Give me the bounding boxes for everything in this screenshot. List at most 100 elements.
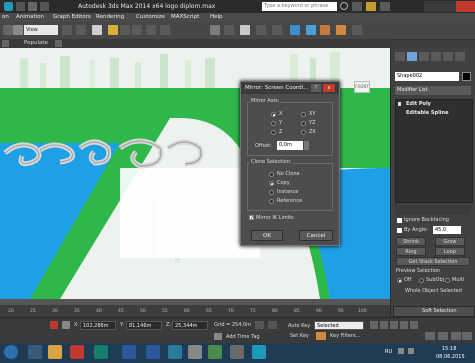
menu-maxscript[interactable]: MAXScript: [171, 14, 199, 20]
reference-radio[interactable]: [269, 199, 274, 204]
render-setup-icon[interactable]: [320, 25, 330, 35]
spinner-snap-icon[interactable]: [146, 25, 156, 35]
infocenter-icon[interactable]: [352, 2, 362, 11]
go-to-end-icon[interactable]: [410, 321, 418, 329]
utilities-tab-icon[interactable]: [455, 52, 465, 61]
start-button-icon[interactable]: [4, 345, 18, 359]
create-tab-icon[interactable]: [395, 52, 405, 61]
dialog-title-bar[interactable]: Mirror: Screen Coordi... ? x: [241, 82, 339, 94]
render-production-icon[interactable]: [352, 25, 362, 35]
time-config-icon[interactable]: [268, 321, 277, 329]
dialog-help-button[interactable]: ?: [311, 84, 321, 92]
layer-manager-icon[interactable]: [240, 25, 250, 35]
modify-tab-icon[interactable]: [407, 52, 417, 61]
preview-multi-radio[interactable]: [445, 278, 450, 283]
quick-open-icon[interactable]: [28, 2, 37, 11]
filter-icon[interactable]: [13, 25, 23, 35]
axis-z-radio[interactable]: [271, 130, 276, 135]
key-filters-button[interactable]: Key Filters...: [330, 333, 360, 339]
lock-selection-icon[interactable]: [50, 321, 58, 329]
track-bar[interactable]: [0, 305, 390, 317]
app-icon[interactable]: [230, 345, 244, 359]
menu-customize[interactable]: Customize: [136, 14, 165, 20]
3ds-max-taskbar-icon[interactable]: [94, 345, 108, 359]
play-icon[interactable]: [390, 321, 398, 329]
motion-tab-icon[interactable]: [431, 52, 441, 61]
y-coordinate-input[interactable]: 81,146m: [126, 321, 162, 330]
pivot-icon[interactable]: [62, 25, 72, 35]
stack-item-editable-spline[interactable]: Editable Spline: [406, 110, 448, 116]
object-color-swatch[interactable]: [462, 72, 471, 81]
rendered-frame-icon[interactable]: [336, 25, 346, 35]
previous-frame-icon[interactable]: [380, 321, 388, 329]
loop-button[interactable]: Loop: [435, 247, 465, 256]
auto-key-button[interactable]: Auto Key: [288, 323, 310, 329]
edit-named-selection-icon[interactable]: [160, 25, 170, 35]
opera-icon[interactable]: [70, 345, 84, 359]
preview-subobj-radio[interactable]: [419, 278, 424, 283]
ribbon-toggle-icon[interactable]: [2, 40, 9, 47]
axis-xy-radio[interactable]: [301, 112, 306, 117]
preview-off-radio[interactable]: [397, 278, 402, 283]
close-button[interactable]: [456, 1, 475, 12]
maximize-viewport-icon[interactable]: [462, 332, 472, 340]
z-coordinate-input[interactable]: 25,344m: [172, 321, 208, 330]
pan-icon[interactable]: [438, 332, 448, 340]
search-input[interactable]: Type a keyword or phrase: [262, 2, 337, 11]
key-icon[interactable]: [316, 332, 326, 340]
menu-item[interactable]: on: [2, 14, 9, 20]
align-icon[interactable]: [224, 25, 234, 35]
tray-icon[interactable]: [398, 348, 404, 354]
cancel-button[interactable]: Cancel: [299, 230, 333, 241]
select-manipulate-icon[interactable]: [76, 25, 86, 35]
quick-new-icon[interactable]: [16, 2, 25, 11]
axis-x-radio[interactable]: [271, 112, 276, 117]
instance-radio[interactable]: [269, 190, 274, 195]
object-name-input[interactable]: Shape002: [395, 72, 459, 81]
by-angle-checkbox[interactable]: [397, 228, 402, 233]
display-tab-icon[interactable]: [443, 52, 453, 61]
menu-graph-editors[interactable]: Graph Editors: [53, 14, 91, 20]
x-coordinate-input[interactable]: 102,286m: [80, 321, 116, 330]
percent-snap-icon[interactable]: [132, 25, 142, 35]
ignore-backfacing-checkbox[interactable]: [397, 218, 402, 223]
shrink-button[interactable]: Shrink: [396, 237, 426, 246]
help-icon[interactable]: [380, 2, 390, 11]
axis-yz-radio[interactable]: [301, 121, 306, 126]
search-icon[interactable]: [340, 2, 348, 10]
browser-icon[interactable]: [28, 345, 42, 359]
next-frame-icon[interactable]: [400, 321, 408, 329]
word-icon[interactable]: [122, 345, 136, 359]
app-icon[interactable]: [208, 345, 222, 359]
go-to-start-icon[interactable]: [370, 321, 378, 329]
ring-button[interactable]: Ring: [396, 247, 426, 256]
soft-selection-rollout[interactable]: Soft Selection: [393, 306, 475, 317]
mirror-ik-checkbox[interactable]: ✓: [249, 215, 254, 221]
add-time-tag[interactable]: Add Time Tag: [226, 334, 260, 340]
language-indicator[interactable]: RU: [385, 349, 392, 355]
volume-icon[interactable]: [408, 348, 414, 354]
clock-time[interactable]: 15:18: [442, 346, 456, 352]
app-icon[interactable]: [252, 345, 266, 359]
modifier-list-dropdown[interactable]: Modifier List: [395, 86, 471, 95]
absolute-mode-icon[interactable]: [62, 321, 70, 329]
snap-toggle-icon[interactable]: [108, 25, 118, 35]
clock-date[interactable]: 08.06.2015: [436, 354, 465, 360]
light-bulb-icon[interactable]: [398, 102, 401, 106]
selection-set-dropdown[interactable]: Selected: [314, 321, 364, 330]
maximize-button[interactable]: [440, 1, 456, 12]
copy-radio[interactable]: [269, 181, 274, 186]
curve-editor-icon[interactable]: [272, 25, 282, 35]
minimize-button[interactable]: [424, 1, 440, 12]
quick-save-icon[interactable]: [40, 2, 49, 11]
ok-button[interactable]: OK: [251, 230, 283, 241]
schematic-view-icon[interactable]: [290, 25, 300, 35]
angle-snap-icon[interactable]: [120, 25, 130, 35]
paint-icon[interactable]: [188, 345, 202, 359]
zoom-icon[interactable]: [425, 332, 435, 340]
mirror-icon[interactable]: [210, 25, 220, 35]
get-stack-selection-button[interactable]: Get Stack Selection: [396, 257, 470, 266]
ribbon-minimize-icon[interactable]: [55, 40, 62, 47]
set-key-button[interactable]: Set Key: [290, 333, 309, 339]
stack-item-edit-poly[interactable]: Edit Poly: [406, 101, 431, 107]
